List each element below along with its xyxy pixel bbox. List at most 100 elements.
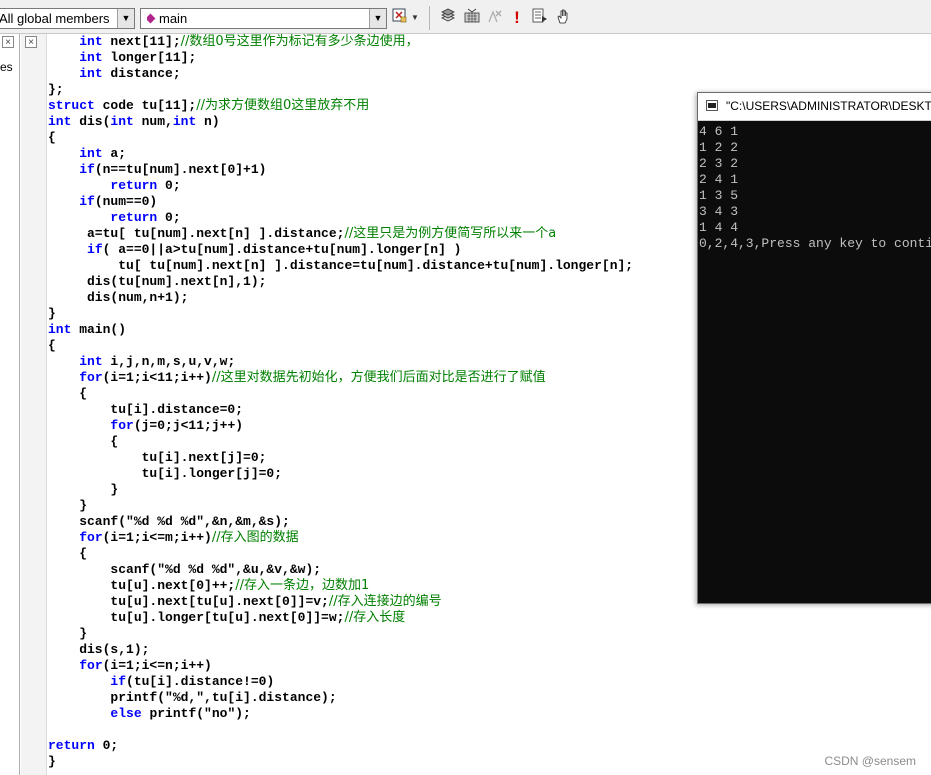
code-line[interactable]: }	[48, 626, 931, 642]
function-icon	[147, 13, 156, 24]
hand-icon[interactable]	[553, 8, 573, 28]
code-comment: //存入图的数据	[211, 530, 299, 545]
code-text: num,	[133, 114, 173, 129]
close-icon[interactable]: ×	[25, 36, 37, 48]
code-keyword: for	[110, 418, 134, 433]
code-text: dis(tu[num].next[n],1);	[48, 274, 267, 289]
console-window[interactable]: "C:\USERS\ADMINISTRATOR\DESKTOP 4 6 1 1 …	[697, 92, 931, 604]
code-comment: //这里只是为例方便简写所以来一个a	[344, 226, 557, 241]
code-line[interactable]: for(i=1;i<=n;i++)	[48, 658, 931, 674]
function-combo-value: main	[147, 9, 187, 28]
code-text: 0;	[157, 210, 181, 225]
code-text: tu[i].longer[j]=0;	[48, 466, 283, 481]
code-text: 0;	[157, 178, 181, 193]
code-text: printf("no");	[141, 706, 251, 721]
code-line[interactable]: int distance;	[48, 66, 931, 82]
code-text: main()	[71, 322, 127, 337]
code-keyword: int	[48, 114, 72, 129]
chevron-down-icon[interactable]: ▼	[117, 9, 134, 28]
code-keyword: int	[79, 354, 103, 369]
stop-build-icon[interactable]	[485, 8, 505, 28]
console-title: "C:\USERS\ADMINISTRATOR\DESKTOP	[726, 99, 931, 113]
execute-icon[interactable]: !	[507, 8, 527, 28]
console-output: 4 6 1 1 2 2 2 3 2 2 4 1 1 3 5 3 4 3 1 4 …	[699, 124, 931, 251]
code-keyword: int	[110, 114, 134, 129]
code-keyword: int	[79, 50, 103, 65]
console-title-bar[interactable]: "C:\USERS\ADMINISTRATOR\DESKTOP	[698, 93, 931, 121]
code-line[interactable]: else printf("no");	[48, 706, 931, 722]
compile-icon[interactable]	[438, 8, 458, 28]
code-line[interactable]: tu[u].longer[tu[u].next[0]]=w;//存入长度	[48, 610, 931, 626]
code-text: {	[48, 386, 88, 401]
code-text: i,j,n,m,s,u,v,w;	[102, 354, 236, 369]
code-text: }	[48, 498, 88, 513]
code-text: (j=0;j<11;j++)	[133, 418, 244, 433]
code-keyword: return	[110, 210, 158, 225]
code-text: tu[u].next[0]++;	[48, 578, 236, 593]
close-icon[interactable]: ×	[2, 36, 14, 48]
go-debug-icon[interactable]	[530, 8, 550, 28]
code-keyword: for	[79, 530, 103, 545]
console-app-icon	[706, 100, 718, 111]
code-line[interactable]: if(tu[i].distance!=0)	[48, 674, 931, 690]
code-line[interactable]	[48, 722, 931, 738]
code-keyword: int	[172, 114, 197, 129]
code-keyword: int	[79, 146, 103, 161]
code-text: dis(s,1);	[48, 642, 150, 657]
code-line[interactable]: }	[48, 754, 931, 770]
code-keyword: else	[110, 706, 142, 721]
scope-combo[interactable]: All global members ▼	[0, 8, 135, 29]
code-text: (i=1;i<=n;i++)	[102, 658, 212, 673]
code-text: };	[48, 82, 64, 97]
build-icon[interactable]	[462, 8, 482, 28]
code-text: }	[48, 306, 56, 321]
code-text: (i=1;i<=m;i++)	[102, 530, 212, 545]
toolbar-separator	[429, 6, 430, 30]
code-text: {	[48, 130, 56, 145]
code-text: tu[i].next[j]=0;	[48, 450, 267, 465]
code-text: next[11];	[102, 34, 181, 49]
code-text: (tu[i].distance!=0)	[126, 674, 275, 689]
code-text: tu[u].longer[tu[u].next[0]]=w;	[48, 610, 345, 625]
code-line[interactable]: int next[11];//数组0号这里作为标记有多少条边使用，	[48, 34, 931, 50]
function-combo-label: main	[159, 11, 188, 26]
chevron-down-icon[interactable]: ▼	[408, 8, 422, 28]
code-text: (n==tu[num].next[0]+1)	[94, 162, 267, 177]
code-comment: //这里对数据先初始化，方便我们后面对比是否进行了赋值	[211, 370, 546, 385]
function-combo[interactable]: main ▼	[140, 8, 387, 29]
code-keyword: int	[79, 66, 103, 81]
code-keyword: return	[110, 178, 158, 193]
wizard-action-icon[interactable]	[390, 8, 410, 28]
workspace-tab-label[interactable]: es	[0, 60, 13, 74]
code-text: tu[ tu[num].next[n] ].distance=tu[num].d…	[48, 258, 634, 273]
code-text: {	[48, 338, 56, 353]
code-text: }	[48, 754, 56, 769]
code-text: printf("%d,",tu[i].distance);	[48, 690, 337, 705]
code-text: }	[48, 626, 88, 641]
code-comment: //数组0号这里作为标记有多少条边使用，	[180, 34, 419, 49]
code-line[interactable]: printf("%d,",tu[i].distance);	[48, 690, 931, 706]
code-line[interactable]: dis(s,1);	[48, 642, 931, 658]
code-line[interactable]: int longer[11];	[48, 50, 931, 66]
code-text: dis(num,n+1);	[48, 290, 189, 305]
code-text: (i=1;i<11;i++)	[102, 370, 212, 385]
code-text: (num==0)	[94, 194, 158, 209]
watermark: CSDN @sensem	[824, 754, 916, 768]
code-keyword: if	[79, 194, 95, 209]
code-text: {	[48, 434, 119, 449]
code-text: 0;	[94, 738, 119, 753]
code-line[interactable]: return 0;	[48, 738, 931, 754]
editor-gutter	[21, 34, 47, 775]
code-text: ( a==0||a>tu[num].distance+tu[num].longe…	[102, 242, 462, 257]
chevron-down-icon[interactable]: ▼	[369, 9, 386, 28]
